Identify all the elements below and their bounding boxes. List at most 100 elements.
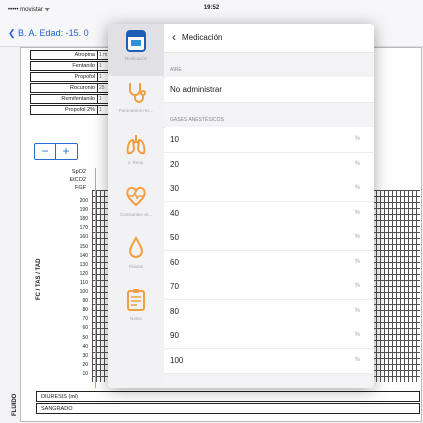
scale-tick: 70 [82,316,88,323]
scale-tick: 190 [79,207,88,214]
percent-unit: % [354,332,360,338]
panel-header: ‹ Medicación [164,24,374,53]
zoom-stepper[interactable]: − + [34,143,78,160]
back-button[interactable]: ❮ B. A. Edad: -15. 0 [8,28,89,39]
panel-title: Medicación [182,33,223,42]
time-marker [95,168,96,388]
sangrado-row[interactable]: SANGRADO [36,403,420,414]
stepper-minus-button[interactable]: − [35,144,55,159]
chevron-left-icon[interactable]: ‹ [172,30,176,44]
percent-unit: % [354,356,360,363]
percent-unit: % [354,258,360,265]
drop-icon [128,236,144,258]
fluido-label: FLUIDO [12,393,18,416]
percent-unit: % [354,185,360,191]
drug-row-rocuronio[interactable]: Rocuronio [30,83,98,93]
sidebar-item-parametros-resp[interactable]: Parámetros res... [108,76,164,128]
sidebar-item-fluidos[interactable]: Fluidos [108,232,164,284]
gas-option-row[interactable]: 90% [164,324,374,349]
notes-icon [127,289,145,311]
section-header: GASES ANESTÉSICOS [170,117,224,123]
percent-unit: % [354,160,360,167]
scale-tick: 160 [79,234,88,241]
gas-option-row[interactable]: 40% [164,201,374,227]
aire-option-row[interactable]: No administrar [164,78,374,103]
sidebar-item-medicacion[interactable]: Medicación [108,24,164,76]
sidebar-item-label: Fluidos [128,264,144,269]
gas-value: 60 [170,257,179,267]
percent-unit: % [354,136,360,142]
scale-tick: 100 [79,289,88,295]
gas-option-row[interactable]: 50% [164,226,374,251]
scale-tick: 30 [82,352,88,359]
lungs-icon [126,135,146,155]
gas-value: 20 [170,159,179,169]
sidebar-item-label: Notas [130,316,142,321]
drug-row-remifentanilo[interactable]: Remifentanilo [30,94,98,104]
scale-tick: 10 [82,370,88,377]
scale-tick: 170 [79,225,88,232]
heart-pulse-icon [126,186,146,207]
gas-value: 30 [170,184,179,193]
gas-value: 70 [170,282,179,291]
sidebar-item-label: Parámetros res... [118,108,154,113]
scale-tick: 200 [79,198,88,204]
gas-value: 100 [170,355,184,365]
scale-tick: 60 [82,325,88,332]
percent-unit: % [354,283,360,289]
stepper-plus-button[interactable]: + [56,144,76,159]
scale-tick: 120 [79,270,88,277]
drug-row-fentanilo[interactable]: Fentanilo [30,61,98,71]
scale-tick: 150 [79,243,88,250]
medication-popover: Medicación Parámetros res... V. Resp. Co… [108,24,374,388]
gas-option-row[interactable]: 10% [164,128,374,153]
sidebar-item-v-resp[interactable]: V. Resp. [108,128,164,180]
section-footer [164,374,374,388]
scale-tick: 80 [82,307,88,314]
sidebar-item-label: V. Resp. [127,160,145,165]
percent-unit: % [354,234,360,240]
back-label: B. A. Edad: -15. 0 [18,28,89,38]
gas-option-row[interactable]: 100% [164,348,374,374]
fgf-label: FGF [75,185,86,191]
section-gases: GASES ANESTÉSICOS [164,103,374,127]
scale-tick: 180 [79,216,88,223]
scale-tick: 130 [79,261,88,268]
section-header: AIRE [170,67,182,73]
drug-row-atropina[interactable]: Atropina [30,50,98,60]
sidebar-item-constantes-vitales[interactable]: Constantes vit... [108,180,164,232]
gas-value: 10 [170,135,179,144]
gas-value: 90 [170,331,179,340]
scale-tick: 20 [82,361,88,368]
status-time: 19:52 [203,5,220,11]
drug-row-propofol-2[interactable]: Propofol 2% [30,105,98,115]
sidebar-item-label: Constantes vit... [119,212,153,217]
aire-value: No administrar [170,85,223,94]
section-aire: AIRE [164,53,374,77]
stethoscope-icon [129,83,146,103]
diuresis-row[interactable]: DIURESIS (ml) [36,391,420,402]
gas-value: 50 [170,233,179,242]
percent-unit: % [354,209,360,216]
drug-row-propofol[interactable]: Propofol [30,72,98,82]
scale-tick: 40 [82,343,88,350]
gas-option-row[interactable]: 70% [164,275,374,300]
fc-tas-tad-label: FC / TAS / TAD [36,258,42,300]
medication-icon [126,30,146,52]
category-sidebar: Medicación Parámetros res... V. Resp. Co… [108,24,165,388]
scale-tick: 110 [80,279,88,286]
percent-unit: % [354,307,360,314]
gas-option-row[interactable]: 80% [164,299,374,325]
sidebar-item-label: Medicación [124,56,148,61]
sidebar-item-notas[interactable]: Notas [108,284,164,336]
gas-option-row[interactable]: 60% [164,250,374,276]
scale-tick: 140 [79,252,88,259]
scale-tick: 50 [82,334,88,341]
gas-value: 40 [170,208,179,218]
gas-option-row[interactable]: 20% [164,152,374,178]
etco2-label: EtCO2 [69,177,86,183]
medication-panel: ‹ Medicación AIRE No administrar GASES A… [164,24,374,388]
spo2-label: SpO2 [71,169,86,175]
status-bar: ••••• movistar ᯤ 19:52 [0,0,423,16]
gas-option-row[interactable]: 30% [164,177,374,202]
